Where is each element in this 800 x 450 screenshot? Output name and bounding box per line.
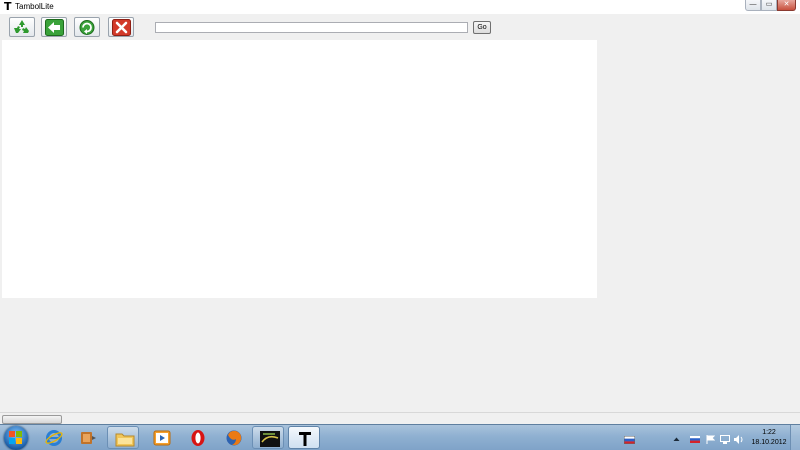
volume-icon[interactable] [734, 435, 744, 444]
close-icon [112, 19, 131, 36]
firefox-icon [226, 430, 242, 446]
recycle-button[interactable] [9, 17, 35, 37]
action-center-flag-icon[interactable] [706, 435, 715, 444]
back-button[interactable] [41, 17, 67, 37]
folder-icon [115, 433, 135, 447]
browser-viewport[interactable] [2, 40, 597, 298]
address-input[interactable] [155, 22, 468, 33]
go-button[interactable]: Go [473, 21, 491, 34]
window-title: TambolLite [15, 2, 54, 11]
russian-flag-icon[interactable] [690, 436, 700, 443]
show-desktop-button[interactable] [790, 425, 800, 450]
taskbar-item-media-center[interactable] [72, 426, 104, 449]
refresh-icon [79, 20, 95, 35]
window-controls: — ▭ ✕ [745, 0, 796, 11]
scrollbar-thumb[interactable] [2, 415, 62, 424]
taskbar-item-internet-explorer[interactable] [38, 426, 70, 449]
start-button[interactable] [4, 426, 28, 450]
taskbar-item-tambollite[interactable] [288, 426, 320, 449]
close-window-button[interactable]: ✕ [777, 0, 796, 11]
media-player-icon [153, 430, 171, 446]
clock-date[interactable]: 18.10.2012 [750, 439, 788, 446]
windows-logo-icon [9, 431, 22, 444]
internet-explorer-icon [45, 430, 63, 446]
taskbar-item-game[interactable] [252, 426, 284, 449]
refresh-button[interactable] [74, 17, 100, 37]
maximize-button[interactable]: ▭ [761, 0, 777, 11]
network-icon[interactable] [720, 435, 730, 444]
app-icon: T [4, 0, 12, 13]
taskbar-item-firefox[interactable] [218, 426, 250, 449]
tambollite-icon [299, 432, 311, 446]
media-center-icon [81, 432, 96, 444]
tray-expand-icon[interactable] [673, 436, 680, 443]
minimize-button[interactable]: — [745, 0, 761, 11]
russian-flag-icon[interactable] [624, 436, 635, 444]
game-icon [260, 431, 280, 447]
taskbar [0, 424, 800, 450]
stop-button[interactable] [108, 17, 134, 37]
opera-icon [191, 430, 205, 446]
taskbar-item-explorer[interactable] [107, 426, 139, 449]
taskbar-item-opera[interactable] [182, 426, 214, 449]
clock-time[interactable]: 1:22 [757, 429, 781, 436]
title-bar: T TambolLite — ▭ ✕ [0, 0, 800, 14]
arrow-left-icon [45, 19, 64, 36]
taskbar-item-media-player[interactable] [146, 426, 178, 449]
recycle-icon [14, 20, 29, 33]
